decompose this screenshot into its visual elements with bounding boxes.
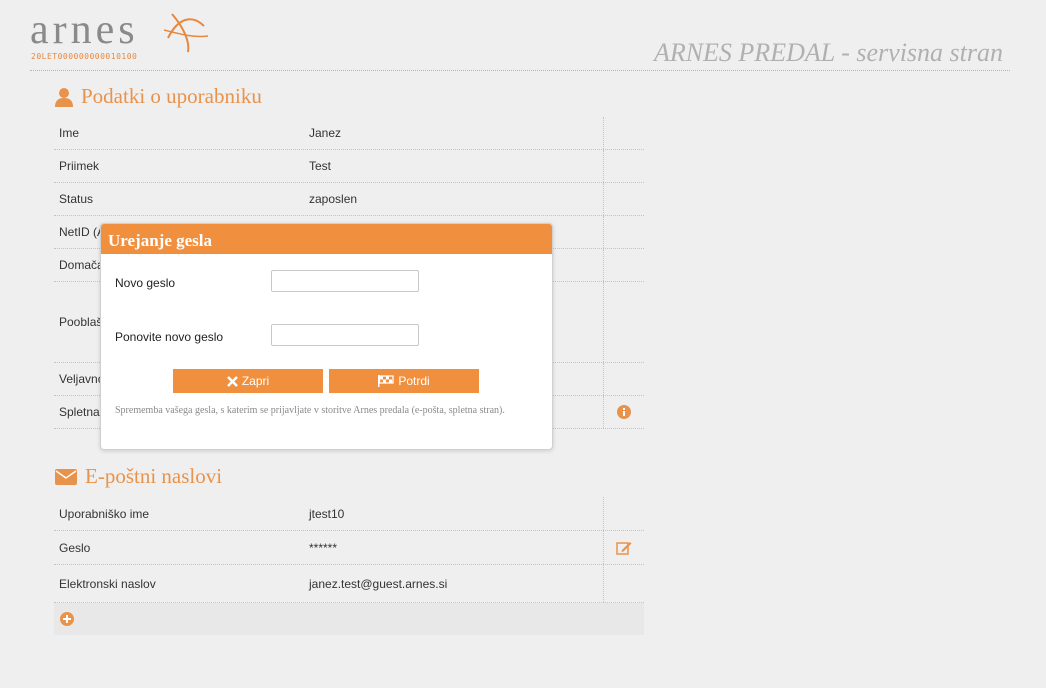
row-label: Ime <box>59 126 80 140</box>
row-label: Status <box>59 192 94 206</box>
site-title: ARNES PREDAL - servisna stran <box>653 38 1003 67</box>
repeat-password-input[interactable] <box>271 324 419 346</box>
table-row: Geslo ****** <box>54 531 644 565</box>
page-header: arnes 20LET000000000010100 ARNES PREDAL … <box>0 0 1046 72</box>
close-button-label: Zapri <box>241 374 270 388</box>
row-label: Geslo <box>59 540 91 555</box>
row-action-cell <box>603 183 644 215</box>
row-label: Uporabniško ime <box>59 506 150 521</box>
confirm-button-label: Potrdi <box>398 374 430 388</box>
logo-mark-icon <box>163 13 209 53</box>
close-icon <box>226 375 238 387</box>
row-label: Priimek <box>59 159 100 173</box>
row-action-cell <box>603 282 644 362</box>
row-value: ****** <box>309 540 338 555</box>
logo-subtitle: 20LET000000000010100 <box>31 52 138 61</box>
section-title-email-text: E-poštni naslovi <box>85 464 223 488</box>
row-action-cell <box>603 363 644 395</box>
header-divider <box>30 70 1010 71</box>
new-password-input[interactable] <box>271 270 419 292</box>
row-action-cell <box>603 531 644 564</box>
user-icon <box>55 87 73 107</box>
repeat-password-label: Ponovite novo geslo <box>115 330 224 344</box>
row-label: Elektronski naslov <box>59 576 156 591</box>
plus-circle-icon[interactable] <box>60 612 74 626</box>
section-title-user-text: Podatki o uporabniku <box>81 84 262 108</box>
row-value: Test <box>309 159 332 173</box>
row-action-cell <box>603 150 644 182</box>
email-table: Uporabniško ime jtest10 Geslo ****** Ele… <box>54 497 644 635</box>
modal-note: Sprememba vašega gesla, s katerim se pri… <box>115 405 505 416</box>
add-row <box>54 603 644 635</box>
row-action-cell <box>603 249 644 281</box>
edit-icon[interactable] <box>616 541 632 555</box>
table-row: Uporabniško ime jtest10 <box>54 497 644 531</box>
row-action-cell <box>603 497 644 530</box>
section-title-user: Podatki o uporabniku <box>55 84 262 109</box>
table-row: Ime Janez <box>54 117 644 150</box>
row-action-cell <box>603 565 644 602</box>
row-action-cell <box>603 117 644 149</box>
info-icon[interactable] <box>617 405 631 419</box>
close-button[interactable]: Zapri <box>173 369 323 393</box>
row-action-cell <box>603 396 644 428</box>
password-modal: Urejanje gesla Novo geslo Ponovite novo … <box>100 223 553 450</box>
new-password-label: Novo geslo <box>115 276 176 290</box>
logo: arnes <box>30 7 139 53</box>
envelope-icon <box>55 468 77 485</box>
row-value: Janez <box>309 126 342 140</box>
row-value: zaposlen <box>309 192 358 206</box>
section-title-email: E-poštni naslovi <box>55 464 222 489</box>
row-action-cell <box>603 216 644 248</box>
table-row: Status zaposlen <box>54 183 644 216</box>
row-value: jtest10 <box>309 506 345 521</box>
modal-title: Urejanje gesla <box>101 224 552 254</box>
table-row: Elektronski naslov janez.test@guest.arne… <box>54 565 644 603</box>
table-row: Priimek Test <box>54 150 644 183</box>
row-value: janez.test@guest.arnes.si <box>309 576 448 591</box>
flag-icon <box>378 375 394 387</box>
confirm-button[interactable]: Potrdi <box>329 369 479 393</box>
